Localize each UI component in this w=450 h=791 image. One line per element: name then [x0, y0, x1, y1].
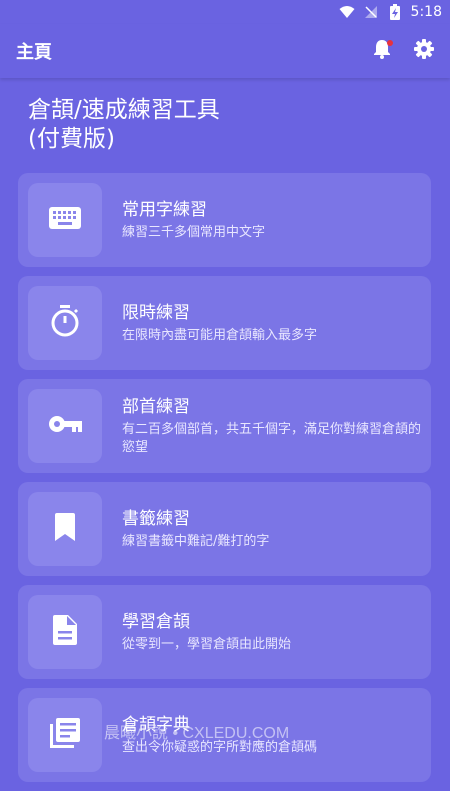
notifications-button[interactable] — [370, 39, 394, 63]
headline-title: 倉頡/速成練習工具 — [28, 97, 220, 123]
card-radical-practice[interactable]: 部首練習 有二百多個部首，共五千個字，滿足你對練習倉頡的慾望 — [18, 379, 431, 473]
card-icon-tile — [28, 492, 102, 566]
card-subtitle: 練習三千多個常用中文字 — [122, 224, 266, 240]
card-title: 學習倉頡 — [122, 611, 190, 632]
card-icon-tile — [28, 286, 102, 360]
card-subtitle: 練習書籤中難記/難打的字 — [122, 533, 270, 549]
card-timed-practice[interactable]: 限時練習 在限時內盡可能用倉頡輸入最多字 — [18, 276, 431, 370]
card-text: 限時練習 在限時內盡可能用倉頡輸入最多字 — [122, 302, 422, 345]
card-title: 書籤練習 — [122, 508, 190, 529]
status-bar: 5:18 — [0, 0, 450, 24]
card-learn-cangjie[interactable]: 學習倉頡 從零到一，學習倉頡由此開始 — [18, 585, 431, 679]
card-title: 常用字練習 — [122, 199, 207, 220]
card-title: 部首練習 — [122, 396, 190, 417]
status-time: 5:18 — [410, 4, 442, 20]
card-subtitle: 有二百多個部首，共五千個字，滿足你對練習倉頡的慾望 — [122, 421, 422, 455]
app-title: 主頁 — [16, 42, 52, 63]
card-icon-tile — [28, 595, 102, 669]
page-headline: 倉頡/速成練習工具 (付費版) — [28, 96, 428, 154]
card-subtitle: 在限時內盡可能用倉頡輸入最多字 — [122, 327, 318, 343]
card-text: 常用字練習 練習三千多個常用中文字 — [122, 199, 422, 242]
card-icon-tile — [28, 698, 102, 772]
card-bookmark-practice[interactable]: 書籤練習 練習書籤中難記/難打的字 — [18, 482, 431, 576]
practice-menu: 常用字練習 練習三千多個常用中文字 限時練習 在限時內盡可能用倉頡輸入最多字 部… — [18, 173, 432, 791]
card-text: 學習倉頡 從零到一，學習倉頡由此開始 — [122, 611, 422, 654]
notification-badge — [387, 40, 393, 46]
keyboard-icon — [49, 207, 81, 233]
no-signal-icon — [363, 4, 379, 20]
card-title: 限時練習 — [122, 302, 190, 323]
card-subtitle: 從零到一，學習倉頡由此開始 — [122, 636, 292, 652]
key-icon — [48, 415, 82, 437]
card-text: 書籤練習 練習書籤中難記/難打的字 — [122, 508, 422, 551]
bookmark-icon — [55, 513, 75, 545]
battery-charging-icon — [387, 4, 403, 20]
app-actions — [370, 39, 436, 63]
watermark-overlay: 晨曦小說 • CXLEDU.COM — [104, 725, 290, 742]
dictionary-icon — [50, 718, 80, 752]
card-icon-tile — [28, 389, 102, 463]
document-icon — [53, 615, 77, 649]
card-text: 部首練習 有二百多個部首，共五千個字，滿足你對練習倉頡的慾望 — [122, 396, 422, 457]
gear-icon — [414, 39, 434, 63]
card-icon-tile — [28, 183, 102, 257]
app-bar: 主頁 — [0, 24, 450, 78]
timer-icon — [50, 305, 80, 341]
wifi-icon — [339, 4, 355, 20]
card-common-chars-practice[interactable]: 常用字練習 練習三千多個常用中文字 — [18, 173, 431, 267]
headline-edition: (付費版) — [28, 126, 115, 152]
settings-button[interactable] — [412, 39, 436, 63]
